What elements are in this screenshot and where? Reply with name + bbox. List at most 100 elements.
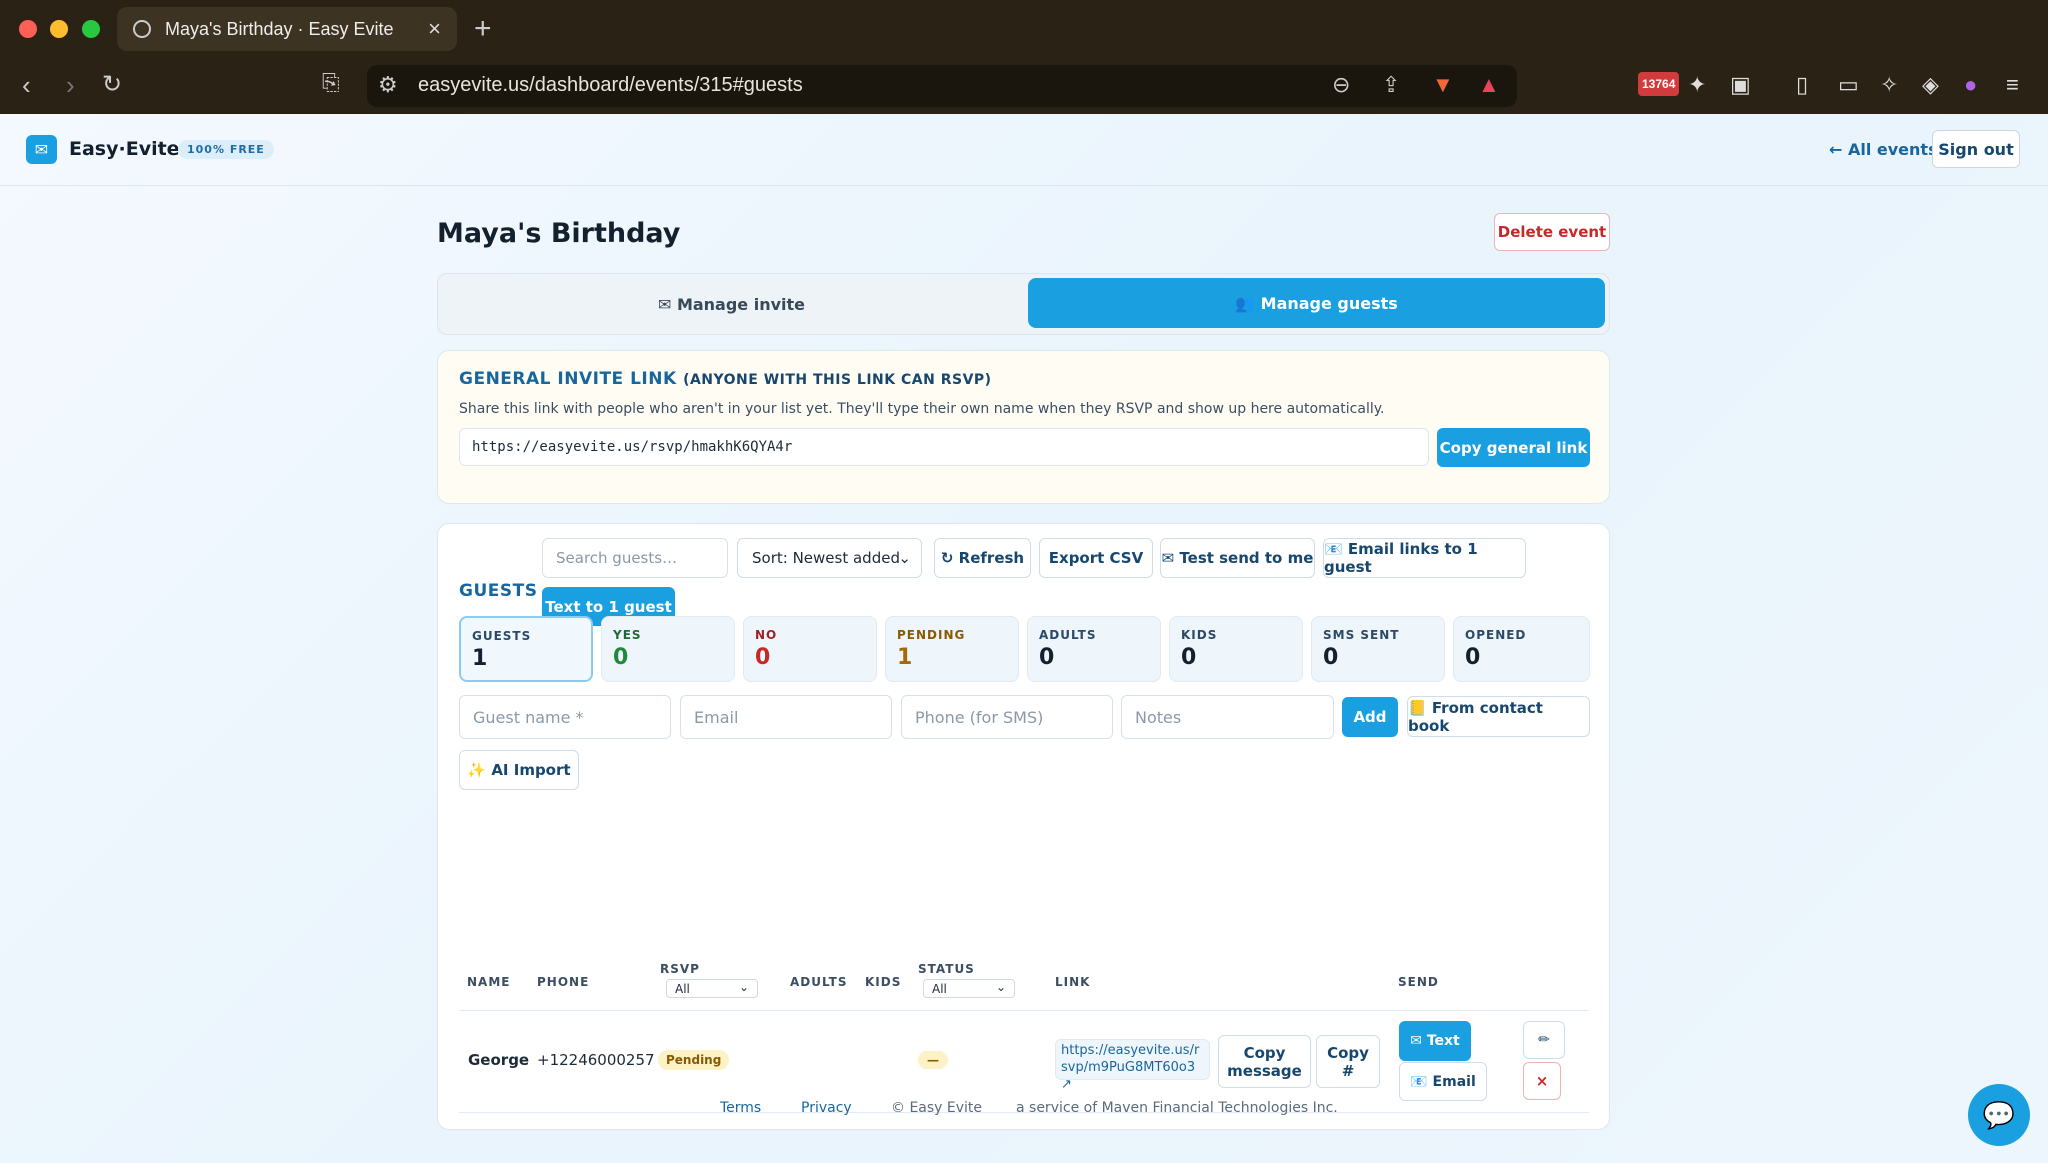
stat-value: 0 [613, 645, 629, 670]
url-text[interactable]: easyevite.us/dashboard/events/315#guests [418, 74, 803, 97]
profile-icon[interactable]: ● [1964, 72, 1977, 98]
stat-guests[interactable]: GUESTS 1 [459, 616, 593, 682]
sign-out-button[interactable]: Sign out [1932, 130, 2020, 168]
back-button[interactable]: ‹ [22, 70, 31, 101]
close-tab-icon[interactable]: × [428, 16, 441, 42]
stat-kids[interactable]: KIDS 0 [1169, 616, 1303, 682]
ai-import-button[interactable]: ✨ AI Import [459, 750, 579, 790]
guest-name: George [468, 1051, 530, 1069]
sort-select[interactable]: Sort: Newest added ⌄ [737, 538, 922, 578]
col-header-name: NAME [467, 975, 511, 989]
copy-hash-button[interactable]: Copy # [1316, 1035, 1380, 1088]
minimize-window-button[interactable] [50, 20, 68, 38]
stat-no[interactable]: NO 0 [743, 616, 877, 682]
all-events-link[interactable]: ← All events [1829, 140, 1938, 159]
status-filter-select[interactable]: All ⌄ [923, 979, 1015, 998]
browser-tab[interactable]: Maya's Birthday · Easy Evite × [117, 7, 457, 51]
test-send-button[interactable]: ✉ Test send to me [1160, 538, 1315, 578]
copy-general-link-button[interactable]: Copy general link [1437, 428, 1590, 467]
rsvp-filter-select[interactable]: All ⌄ [666, 979, 758, 998]
footer-service: a service of Maven Financial Technologie… [1016, 1100, 1338, 1116]
stat-label: SMS SENT [1323, 628, 1400, 642]
phone-input[interactable]: Phone (for SMS) [901, 695, 1113, 739]
footer-privacy-link[interactable]: Privacy [801, 1100, 852, 1116]
page-title: Maya's Birthday [437, 218, 681, 249]
manage-tabs: ✉ Manage invite 👥 Manage guests [437, 273, 1610, 335]
tab-manage-guests[interactable]: 👥 Manage guests [1028, 278, 1605, 328]
col-header-rsvp: RSVP [660, 962, 700, 976]
leo-ai-icon[interactable]: ✧ [1880, 72, 1898, 98]
chevron-down-icon: ⌄ [738, 980, 749, 994]
stat-pending[interactable]: PENDING 1 [885, 616, 1019, 682]
share-icon[interactable]: ⇪ [1382, 72, 1400, 98]
general-invite-link-heading: GENERAL INVITE LINK [459, 369, 677, 389]
contact-book-button[interactable]: 📒 From contact book [1407, 696, 1590, 737]
general-invite-link-description: Share this link with people who aren't i… [459, 401, 1385, 417]
col-header-kids: KIDS [865, 975, 902, 989]
stat-label: GUESTS [472, 629, 532, 643]
browser-tab-bar: Maya's Birthday · Easy Evite × + [0, 0, 2048, 58]
guest-name-input[interactable]: Guest name * [459, 695, 671, 739]
search-guests-input[interactable]: Search guests… [542, 538, 728, 578]
general-invite-link-field[interactable]: https://easyevite.us/rsvp/hmakhK6QYA4r [459, 428, 1429, 466]
stat-adults[interactable]: ADULTS 0 [1027, 616, 1161, 682]
stat-label: NO [755, 628, 778, 642]
maximize-window-button[interactable] [82, 20, 100, 38]
stat-opened[interactable]: OPENED 0 [1453, 616, 1590, 682]
brave-rewards-icon[interactable]: ▲ [1478, 72, 1500, 98]
guest-link[interactable]: https://easyevite.us/rsvp/m9PuG8MT60o3 ↗ [1055, 1039, 1210, 1092]
site-header: ✉ Easy·Evite 100% FREE ← All events Sign… [0, 114, 2048, 186]
email-guest-button[interactable]: 📧 Email [1399, 1062, 1487, 1101]
extensions-icon[interactable]: ✦ [1688, 72, 1706, 98]
chat-icon[interactable]: 💬 [1968, 1084, 2030, 1146]
stat-value: 0 [1181, 645, 1197, 670]
col-header-adults: ADULTS [790, 975, 848, 989]
add-guest-button[interactable]: Add [1342, 697, 1398, 737]
chevron-down-icon: ⌄ [995, 980, 1006, 994]
stat-sms-sent[interactable]: SMS SENT 0 [1311, 616, 1445, 682]
edit-icon[interactable]: ✏ [1523, 1021, 1565, 1059]
reader-icon[interactable]: ▣ [1730, 72, 1751, 98]
bookmark-icon[interactable]: ⎘ [322, 70, 340, 96]
guest-phone: +12246000257 [537, 1051, 655, 1069]
extension-badge[interactable]: 13764 [1638, 72, 1680, 96]
brave-shield-icon[interactable]: ▼ [1432, 72, 1454, 98]
col-header-send: SEND [1398, 975, 1439, 989]
sidebar-icon[interactable]: ▯ [1796, 72, 1808, 98]
refresh-button[interactable]: ↻ Refresh [934, 538, 1031, 578]
close-window-button[interactable] [19, 20, 37, 38]
copy-message-button[interactable]: Copy message [1218, 1035, 1311, 1088]
chevron-down-icon: ⌄ [898, 549, 911, 567]
menu-icon[interactable]: ≡ [2006, 72, 2019, 98]
tab-title: Maya's Birthday · Easy Evite [165, 18, 394, 39]
status-badge: — [918, 1051, 948, 1069]
notes-input[interactable]: Notes [1121, 695, 1334, 739]
export-csv-button[interactable]: Export CSV [1039, 538, 1153, 578]
footer-copyright: © Easy Evite [891, 1100, 983, 1116]
status-filter-value: All [932, 981, 947, 996]
mail-logo-icon[interactable]: ✉ [26, 135, 57, 164]
stat-value: 1 [472, 646, 488, 671]
email-input[interactable]: Email [680, 695, 892, 739]
stat-value: 0 [755, 645, 771, 670]
wallet-icon[interactable]: ▭ [1838, 72, 1859, 98]
delete-event-button[interactable]: Delete event [1494, 213, 1610, 251]
brand-name[interactable]: Easy·Evite [69, 138, 180, 160]
text-guest-button[interactable]: ✉ Text [1399, 1021, 1471, 1061]
site-settings-icon[interactable]: ⚙ [378, 72, 398, 98]
footer-terms-link[interactable]: Terms [720, 1100, 761, 1116]
col-header-phone: PHONE [537, 975, 590, 989]
vpn-icon[interactable]: ◈ [1922, 72, 1939, 98]
reload-button[interactable]: ↻ [102, 70, 122, 99]
tab-manage-invite[interactable]: ✉ Manage invite [438, 274, 1025, 334]
zoom-out-icon[interactable]: ⊖ [1332, 72, 1350, 98]
email-links-button[interactable]: 📧 Email links to 1 guest [1323, 538, 1526, 578]
forward-button[interactable]: › [66, 70, 75, 101]
table-divider [459, 1010, 1589, 1011]
new-tab-button[interactable]: + [474, 12, 492, 46]
delete-guest-icon[interactable]: × [1523, 1062, 1561, 1100]
general-invite-link-title: GENERAL INVITE LINK (ANYONE WITH THIS LI… [459, 369, 992, 389]
stat-yes[interactable]: YES 0 [601, 616, 735, 682]
globe-icon [133, 20, 151, 38]
page: ✉ Easy·Evite 100% FREE ← All events Sign… [0, 114, 2048, 1163]
